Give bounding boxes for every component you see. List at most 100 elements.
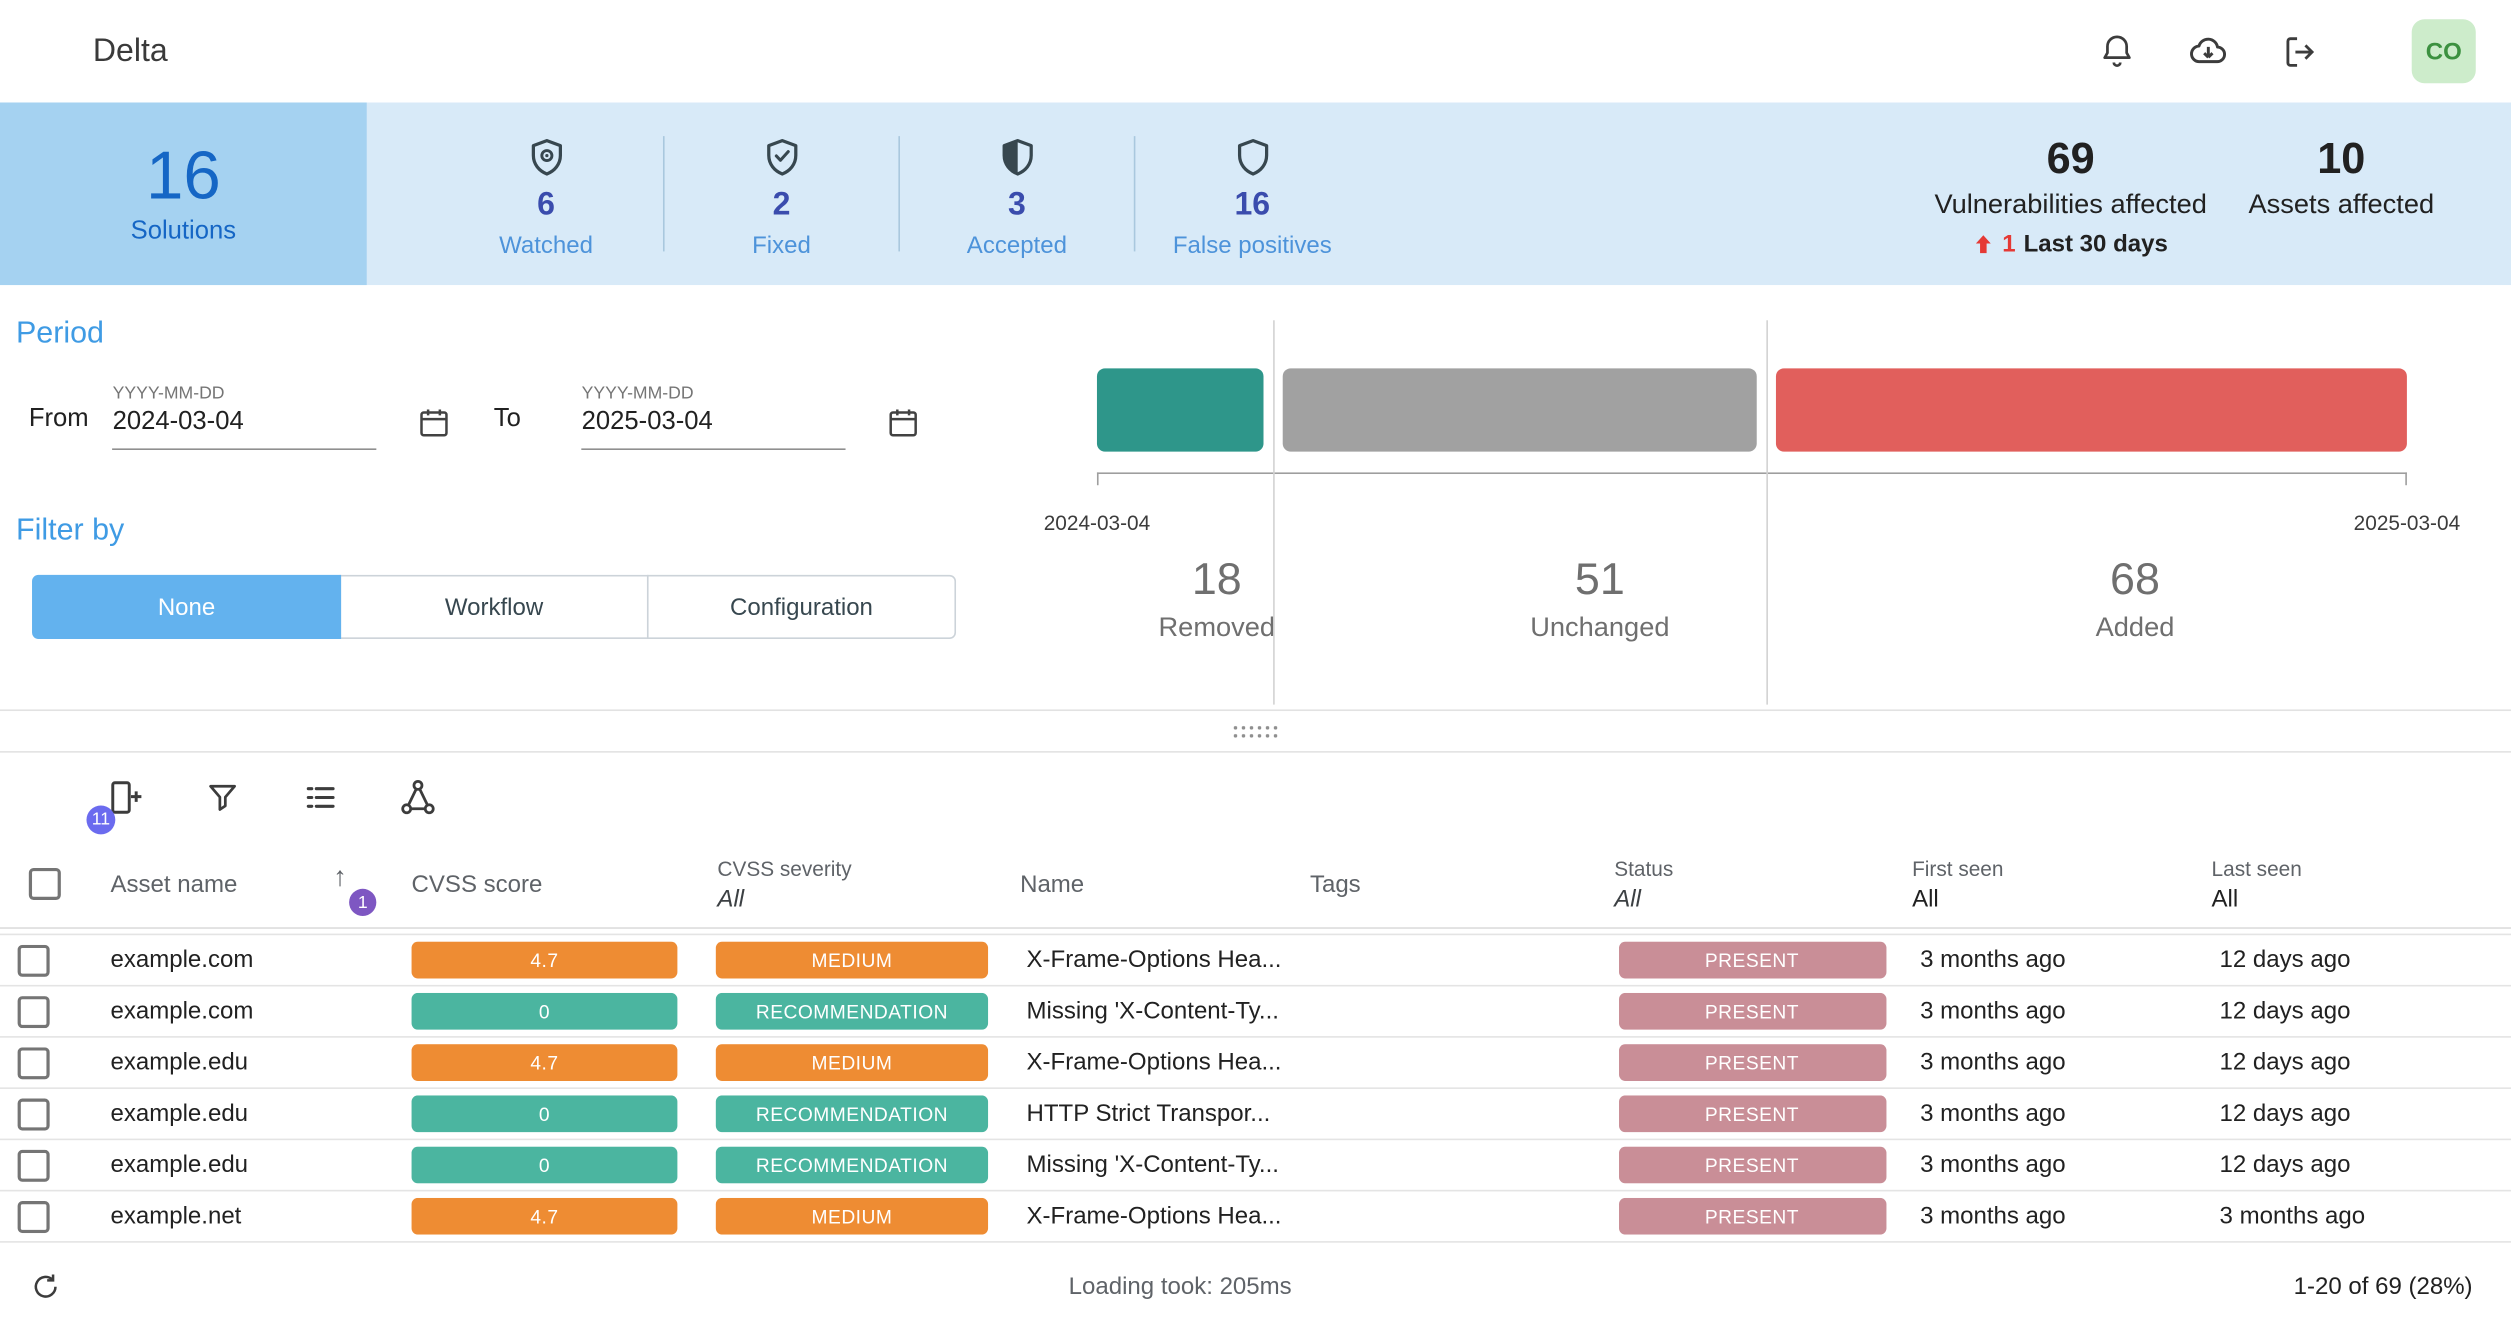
row-checkbox-cell [0, 1149, 93, 1181]
column-label: Tags [1310, 870, 1601, 897]
row-checkbox[interactable] [18, 1200, 50, 1232]
cvss-score-badge: 4.7 [412, 1198, 678, 1235]
column-header-name[interactable]: Name [1009, 841, 1300, 927]
chart-axis: 2024-03-04 2025-03-04 [1097, 472, 2407, 474]
row-checkbox-cell [0, 1098, 93, 1130]
filter-icon [203, 777, 241, 815]
status-tiles: 6 Watched 2 Fixed 3 Accepted [429, 102, 1369, 285]
column-label: Status [1614, 856, 1902, 880]
delta-label-added: 68 Added [1863, 554, 2407, 644]
calendar-icon [886, 405, 921, 440]
tile-accepted[interactable]: 3 Accepted [900, 128, 1134, 259]
from-date-input[interactable]: YYYY-MM-DD 2024-03-04 [113, 384, 377, 450]
cloud-download-icon [2188, 30, 2230, 72]
column-filter-value: All [2212, 885, 2511, 912]
cell-last-seen: 3 months ago [2202, 1203, 2511, 1230]
to-date-input[interactable]: YYYY-MM-DD 2025-03-04 [582, 384, 846, 450]
tile-false-positives[interactable]: 16 False positives [1135, 128, 1369, 259]
cell-last-seen: 12 days ago [2202, 1151, 2511, 1178]
cell-first-seen: 3 months ago [1902, 946, 2201, 973]
to-calendar-button[interactable] [886, 405, 921, 440]
delta-bar [1097, 368, 2407, 451]
trend-period: Last 30 days [2024, 231, 2168, 258]
trend-value: 1 [2002, 231, 2015, 258]
table-row[interactable]: example.edu 0 RECOMMENDATION Missing 'X-… [0, 1139, 2511, 1190]
from-label: From [29, 405, 89, 434]
add-column-button[interactable]: 11 [102, 774, 147, 819]
fixed-label: Fixed [752, 232, 811, 259]
delta-value: 68 [1863, 554, 2407, 605]
notifications-button[interactable] [2096, 30, 2138, 72]
delta-label-unchanged: 51Unchanged [1356, 554, 1844, 644]
refresh-button[interactable] [29, 1269, 64, 1304]
stats-bar: 16 Solutions 6 Watched 2 Fixed [0, 102, 2511, 285]
panel-splitter[interactable] [0, 709, 2511, 752]
column-header-first-seen[interactable]: First seen All [1902, 841, 2201, 927]
table-row[interactable]: example.edu 4.7 MEDIUM X-Frame-Options H… [0, 1036, 2511, 1087]
status-badge: PRESENT [1618, 993, 1885, 1030]
column-header-cvss-severity[interactable]: CVSS severity All [695, 841, 1009, 927]
cell-cvss-score: 0 [394, 993, 695, 1030]
table-row[interactable]: example.net 4.7 MEDIUM X-Frame-Options H… [0, 1190, 2511, 1241]
delta-category: Unchanged [1356, 612, 1844, 644]
tile-watched[interactable]: 6 Watched [429, 128, 663, 259]
cell-first-seen: 3 months ago [1902, 1049, 2201, 1076]
tile-fixed[interactable]: 2 Fixed [665, 128, 899, 259]
table-footer: Loading took: 205ms 1-20 of 69 (28%) [0, 1243, 2511, 1331]
calendar-icon [417, 405, 452, 440]
row-checkbox[interactable] [18, 995, 50, 1027]
cell-cvss-severity: RECOMMENDATION [695, 1095, 1009, 1132]
cell-last-seen: 12 days ago [2202, 1100, 2511, 1127]
from-calendar-button[interactable] [417, 405, 452, 440]
list-view-icon [301, 777, 339, 815]
cell-vulnerability-name: HTTP Strict Transpor... [1009, 1100, 1300, 1127]
column-header-cvss-score[interactable]: CVSS score [394, 841, 695, 927]
filter-option-none[interactable]: None [32, 575, 341, 639]
column-header-last-seen[interactable]: Last seen All [2202, 841, 2511, 927]
column-header-status[interactable]: Status All [1601, 841, 1902, 927]
graph-view-button[interactable] [396, 774, 441, 819]
row-checkbox[interactable] [18, 1149, 50, 1181]
vulnerabilities-affected: 69 Vulnerabilities affected 1 Last 30 da… [1934, 135, 2206, 258]
cell-last-seen: 12 days ago [2202, 1049, 2511, 1076]
row-checkbox-cell [0, 1047, 93, 1079]
status-badge: PRESENT [1618, 942, 1885, 979]
user-avatar[interactable]: CO [2412, 19, 2476, 83]
table-row[interactable]: example.com 0 RECOMMENDATION Missing 'X-… [0, 985, 2511, 1036]
table-row[interactable]: example.edu 0 RECOMMENDATION HTTP Strict… [0, 1087, 2511, 1138]
filter-option-workflow[interactable]: Workflow [339, 575, 648, 639]
export-button[interactable] [2188, 30, 2230, 72]
cell-vulnerability-name: Missing 'X-Content-Ty... [1009, 998, 1300, 1025]
false-positives-label: False positives [1173, 232, 1332, 259]
list-view-button[interactable] [298, 774, 343, 819]
select-all-checkbox[interactable] [29, 868, 61, 900]
row-checkbox[interactable] [18, 1047, 50, 1079]
delta-category: Added [1863, 612, 2407, 644]
filter-button[interactable] [200, 774, 245, 819]
table-toolbar: 11 [0, 753, 2511, 841]
fixed-count: 2 [773, 187, 791, 224]
delta-chart-panel: 2024-03-04 2025-03-04 18Removed51Unchang… [1009, 285, 2511, 709]
column-header-tags[interactable]: Tags [1300, 841, 1601, 927]
axis-end-date: 2025-03-04 [2354, 511, 2460, 535]
row-checkbox[interactable] [18, 1098, 50, 1130]
cell-vulnerability-name: Missing 'X-Content-Ty... [1009, 1151, 1300, 1178]
table-row[interactable]: example.com 4.7 MEDIUM X-Frame-Options H… [0, 934, 2511, 985]
accepted-label: Accepted [967, 232, 1067, 259]
cell-status: PRESENT [1601, 1095, 1902, 1132]
row-checkbox[interactable] [18, 944, 50, 976]
cell-asset-name: example.edu [93, 1100, 394, 1127]
table-header: Asset name ↑ 1 CVSS score CVSS severity … [0, 841, 2511, 929]
status-badge: PRESENT [1618, 1095, 1885, 1132]
cell-cvss-score: 4.7 [394, 1198, 695, 1235]
loading-time-text: Loading took: 205ms [1069, 1273, 1292, 1300]
logout-button[interactable] [2279, 30, 2321, 72]
delta-labels: 18Removed51Unchanged68Added [1097, 554, 2407, 644]
cvss-score-badge: 0 [412, 1095, 678, 1132]
column-header-asset-name[interactable]: Asset name ↑ 1 [93, 841, 394, 927]
delta-chart: 2024-03-04 2025-03-04 18Removed51Unchang… [1097, 368, 2407, 643]
filter-option-configuration[interactable]: Configuration [647, 575, 956, 639]
filter-by-heading: Filter by [16, 514, 1009, 549]
watched-label: Watched [499, 232, 593, 259]
solutions-tile[interactable]: 16 Solutions [0, 102, 367, 285]
